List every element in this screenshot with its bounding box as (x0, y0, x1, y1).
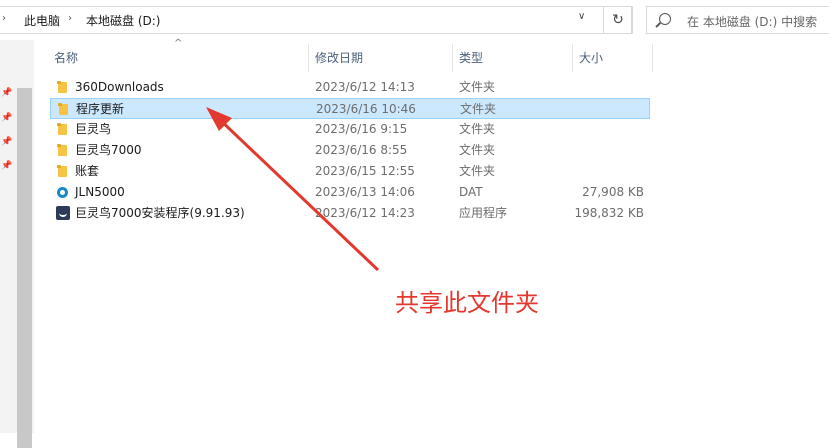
annotation-arrow (206, 107, 380, 272)
annotation-text: 共享此文件夹 (395, 289, 539, 317)
